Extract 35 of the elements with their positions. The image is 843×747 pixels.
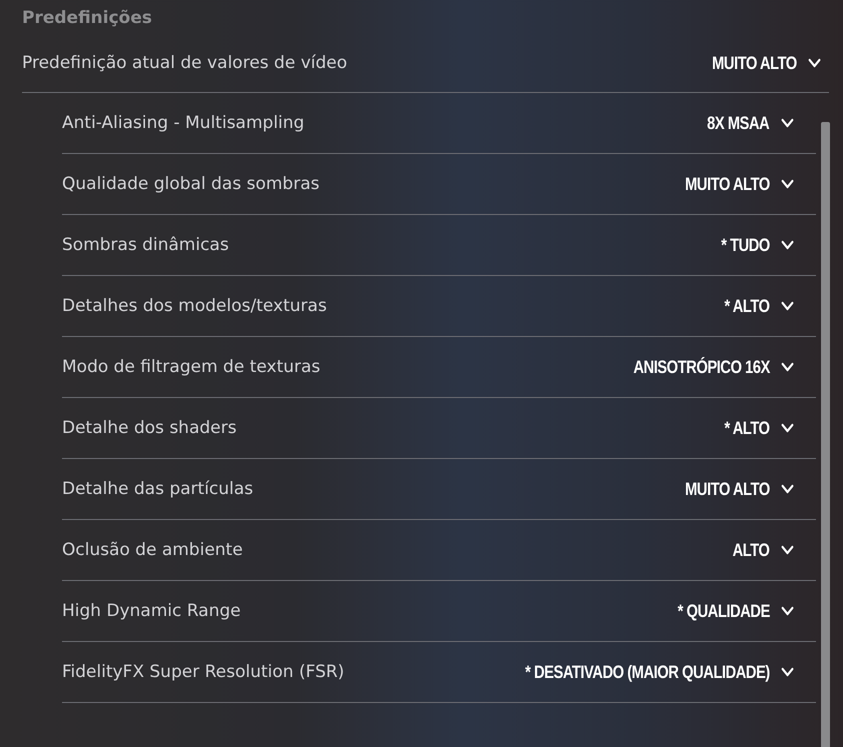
value-dropdown[interactable]: ANISOTRÓPICO 16X [632, 356, 794, 378]
chevron-down-icon [780, 118, 794, 128]
value-dropdown[interactable]: MUITO ALTO [684, 478, 794, 500]
chevron-down-icon [780, 179, 794, 189]
chevron-down-icon [780, 362, 794, 372]
setting-label: Qualidade global das sombras [62, 174, 320, 194]
chevron-down-icon [780, 545, 794, 555]
setting-label: Sombras dinâmicas [62, 235, 229, 255]
chevron-down-icon [780, 667, 794, 677]
value-dropdown[interactable]: * TUDO [720, 234, 794, 256]
chevron-down-icon [780, 301, 794, 311]
chevron-down-icon [780, 240, 794, 250]
value-dropdown[interactable]: * ALTO [724, 296, 794, 316]
value-dropdown[interactable]: * QUALIDADE [677, 600, 794, 622]
value-dropdown[interactable]: * DESATIVADO (MAIOR QUALIDADE) [524, 662, 794, 682]
section-title: Predefinições [22, 8, 152, 28]
chevron-down-icon [808, 58, 821, 68]
scrollbar[interactable] [821, 122, 830, 747]
setting-label: Anti-Aliasing - Multisampling [62, 113, 304, 133]
chevron-down-icon [780, 484, 794, 494]
value-dropdown[interactable]: MUITO ALTO [684, 174, 794, 194]
value-dropdown[interactable]: * ALTO [724, 418, 794, 438]
chevron-down-icon [780, 423, 794, 433]
value-dropdown[interactable]: MUITO ALTO [712, 52, 821, 74]
value-dropdown[interactable]: ALTO [732, 540, 794, 560]
setting-label: Detalhe dos shaders [62, 418, 237, 438]
setting-label: High Dynamic Range [62, 601, 241, 621]
setting-label: Detalhe das partículas [62, 479, 254, 499]
setting-label: Modo de filtragem de texturas [62, 357, 320, 377]
setting-label: Predefinição atual de valores de vídeo [22, 53, 348, 73]
setting-label: Detalhes dos modelos/texturas [62, 296, 327, 316]
chevron-down-icon [780, 606, 794, 616]
setting-label: Oclusão de ambiente [62, 540, 243, 560]
setting-label: FidelityFX Super Resolution (FSR) [62, 662, 344, 682]
value-dropdown[interactable]: 8X MSAA [707, 112, 794, 134]
